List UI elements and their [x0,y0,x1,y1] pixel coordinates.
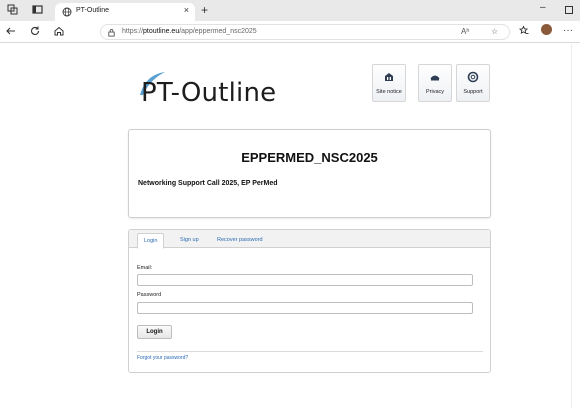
tab-title: PT-Outline [76,7,110,14]
back-arrow-icon[interactable] [4,25,18,39]
email-field[interactable] [137,274,473,286]
maximize-button[interactable] [565,6,573,14]
tab-sign-up[interactable]: Sign up [174,233,205,249]
favorite-star-icon[interactable]: ☆ [491,27,498,36]
url-text: https://ptoutline.eu/app/eppermed_nsc202… [122,28,257,35]
globe-icon [62,7,72,17]
support-label: Support [463,89,483,95]
home-icon[interactable] [52,25,66,39]
workspaces-icon[interactable] [6,4,18,16]
refresh-icon[interactable] [28,25,42,39]
password-label: Password [137,292,162,298]
login-tab-bar: Login Sign up Recover password [129,230,490,249]
privacy-label: Privacy [425,89,445,95]
call-info-card: EPPERMED_NSC2025 Networking Support Call… [128,129,491,218]
support-button[interactable]: Support [456,64,490,102]
more-menu-icon[interactable]: ··· [563,25,573,36]
divider [137,351,483,352]
site-notice-button[interactable]: Site notice [372,64,406,102]
new-tab-button[interactable]: + [201,3,208,17]
browser-tab[interactable]: PT-Outline × [55,3,195,21]
minimize-button[interactable]: – [540,2,546,13]
tab-recover-password[interactable]: Recover password [211,233,269,249]
email-label: Email: [137,265,153,271]
call-subtitle: Networking Support Call 2025, EP PerMed [138,180,278,187]
login-button[interactable]: Login [137,325,172,339]
browser-titlebar: PT-Outline × + – [0,0,580,21]
tab-actions-icon[interactable] [31,4,43,16]
password-field[interactable] [137,302,473,314]
login-panel: Login Sign up Recover password Email: Pa… [128,229,491,373]
call-title: EPPERMED_NSC2025 [241,150,378,165]
close-tab-icon[interactable]: × [184,5,189,15]
privacy-icon [430,75,440,81]
page-content: PT-Outline Site notice Privacy Support E… [0,44,580,408]
address-bar[interactable]: https://ptoutline.eu/app/eppermed_nsc202… [100,24,510,40]
support-icon [467,71,479,83]
tab-login[interactable]: Login [137,233,165,249]
profile-avatar[interactable] [541,24,552,35]
page-info-icon[interactable] [107,28,116,37]
site-logo[interactable]: PT-Outline [141,78,276,108]
privacy-button[interactable]: Privacy [418,64,452,102]
favorites-icon[interactable] [518,25,529,39]
read-aloud-icon[interactable]: Aʰ [461,27,469,36]
browser-toolbar: https://ptoutline.eu/app/eppermed_nsc202… [0,21,580,43]
building-icon [385,73,393,81]
page-scrollbar[interactable] [571,44,580,408]
site-notice-label: Site notice [376,89,402,95]
forgot-password-link[interactable]: Forgot your password? [137,355,188,361]
